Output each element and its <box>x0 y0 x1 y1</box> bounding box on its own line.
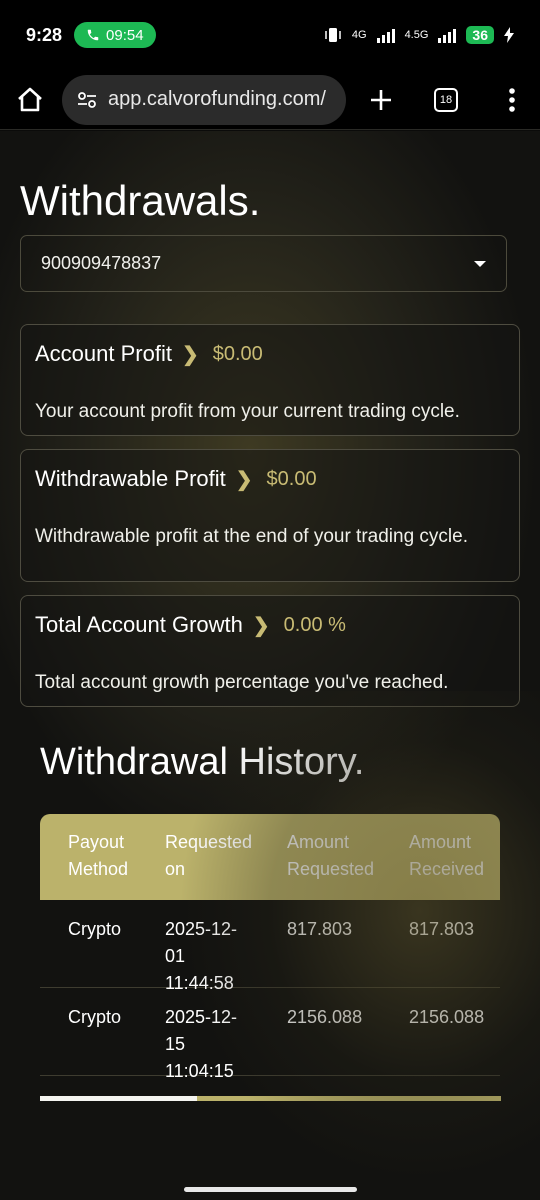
ongoing-call-pill[interactable]: 09:54 <box>74 22 156 48</box>
table-horizontal-scrollbar[interactable] <box>40 1096 501 1101</box>
call-duration: 09:54 <box>106 26 144 44</box>
cell-requested-on: 2025-12-15 11:04:15 <box>165 1007 238 1081</box>
phone-icon <box>87 29 99 41</box>
chevron-right-icon: ❯ <box>181 343 199 366</box>
account-profit-card: Account Profit ❯ $0.00 Your account prof… <box>20 324 520 436</box>
card-value: $0.00 <box>266 467 317 490</box>
network-label-1: 4G <box>351 29 367 41</box>
account-select-value: 900909478837 <box>41 253 162 273</box>
card-value: $0.00 <box>212 342 263 365</box>
cell-amount-received: 817.803 <box>409 919 475 939</box>
account-select[interactable]: 900909478837 <box>20 235 507 292</box>
home-indicator[interactable] <box>184 1187 357 1192</box>
cell-amount-requested: 817.803 <box>287 919 353 939</box>
withdrawable-profit-card: Withdrawable Profit ❯ $0.00 Withdrawable… <box>20 449 520 582</box>
status-icons: 4G 4.5G 36 <box>324 26 514 44</box>
column-header-payout-method: Payout Method <box>68 832 129 879</box>
column-header-amount-requested: Amount Requested <box>287 832 375 879</box>
tab-switcher-button[interactable]: 18 <box>434 87 458 112</box>
cell-amount-requested: 2156.088 <box>287 1007 363 1027</box>
signal-icon-2 <box>438 27 457 43</box>
card-value: 0.00 % <box>283 613 346 636</box>
signal-icon <box>376 27 395 43</box>
card-description: Withdrawable profit at the end of your t… <box>35 526 469 547</box>
vibrate-icon <box>325 28 341 42</box>
column-header-amount-received: Amount Received <box>409 832 485 879</box>
charging-icon <box>504 27 514 43</box>
site-settings-icon[interactable] <box>76 89 98 111</box>
card-title: Withdrawable Profit <box>35 466 226 491</box>
browser-toolbar: app.calvorofunding.com/ 18 <box>0 70 540 130</box>
cell-payout-method: Crypto <box>68 1007 122 1027</box>
withdrawal-history-title: Withdrawal History. <box>40 741 365 783</box>
more-options-icon[interactable] <box>508 87 516 113</box>
cell-payout-method: Crypto <box>68 919 122 939</box>
url-text: app.calvorofunding.com/ <box>108 88 326 110</box>
cell-amount-received: 2156.088 <box>409 1007 485 1027</box>
withdrawal-history-table: Payout Method Requested on Amount Reques… <box>40 814 500 1081</box>
card-description: Total account growth percentage you've r… <box>35 672 449 693</box>
chevron-right-icon: ❯ <box>252 614 270 637</box>
cell-requested-on: 2025-12-01 11:44:58 <box>165 919 238 993</box>
chevron-right-icon: ❯ <box>235 468 253 491</box>
status-bar: 9:28 09:54 4G 4.5G 36 <box>0 0 540 70</box>
address-bar[interactable]: app.calvorofunding.com/ <box>62 74 346 125</box>
battery-icon: 36 <box>466 26 494 44</box>
dropdown-caret-icon <box>474 260 486 267</box>
total-account-growth-card: Total Account Growth ❯ 0.00 % Total acco… <box>20 595 520 707</box>
network-label-2: 4.5G <box>404 29 429 41</box>
table-row: Crypto 2025-12-01 11:44:58 817.803 817.8… <box>40 900 500 993</box>
card-description: Your account profit from your current tr… <box>35 401 460 422</box>
page-content: Withdrawals. 900909478837 Account Profit… <box>0 131 540 1200</box>
column-header-requested-on: Requested on <box>165 832 253 879</box>
card-title: Account Profit <box>35 341 172 366</box>
status-time: 9:28 <box>26 24 63 45</box>
new-tab-icon[interactable] <box>368 87 394 113</box>
home-icon[interactable] <box>14 84 46 116</box>
table-header: Payout Method Requested on Amount Reques… <box>40 814 500 900</box>
page-title: Withdrawals. <box>20 177 261 224</box>
card-title: Total Account Growth <box>35 612 243 637</box>
table-row: Crypto 2025-12-15 11:04:15 2156.088 2156… <box>40 988 500 1081</box>
scrollbar-thumb[interactable] <box>40 1096 197 1101</box>
